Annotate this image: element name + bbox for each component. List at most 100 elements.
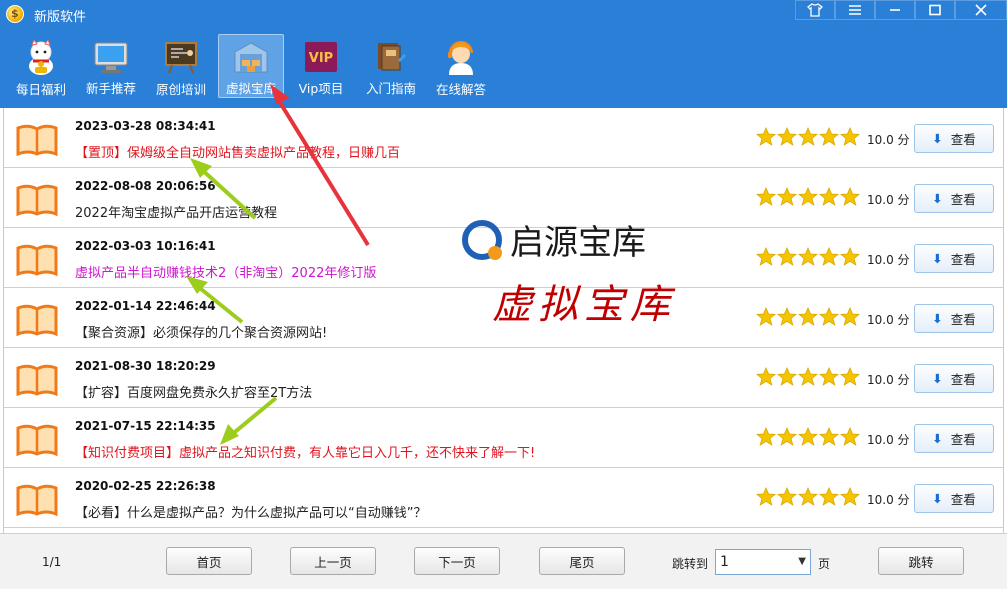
monitor-icon <box>92 39 130 74</box>
star-icon <box>840 427 860 446</box>
watermark-logo: 启源宝库 <box>462 215 646 264</box>
star-icon <box>819 127 839 146</box>
star-icon <box>777 307 797 326</box>
tool-virtual-vault[interactable]: 虚拟宝库 <box>218 34 284 98</box>
watermark-caption: 虚拟宝库 <box>492 282 676 328</box>
page-select[interactable]: 1 ▼ <box>715 549 811 575</box>
rating-stars <box>756 307 861 327</box>
star-icon <box>798 487 818 506</box>
star-icon <box>756 487 776 506</box>
item-title[interactable]: 【聚合资源】必须保存的几个聚合资源网站! <box>75 322 327 341</box>
star-icon <box>798 367 818 386</box>
item-score: 10.0 分 <box>867 253 910 267</box>
jump-button[interactable]: 跳转 <box>878 547 964 575</box>
star-icon <box>777 127 797 146</box>
down-arrow-icon: ⬇ <box>932 131 943 146</box>
tool-daily-welfare[interactable]: 每日福利 <box>8 34 74 98</box>
first-page-button[interactable]: 首页 <box>166 547 252 575</box>
books-icon <box>372 39 410 74</box>
star-icon <box>819 247 839 266</box>
star-icon <box>756 307 776 326</box>
star-icon <box>756 427 776 446</box>
list-item[interactable]: 2020-02-25 22:26:38 【必看】什么是虚拟产品？为什么虚拟产品可… <box>4 468 1003 528</box>
item-score: 10.0 分 <box>867 373 910 387</box>
down-arrow-icon: ⬇ <box>932 431 943 446</box>
star-icon <box>840 487 860 506</box>
item-date: 2022-03-03 10:16:41 <box>75 239 216 253</box>
down-arrow-icon: ⬇ <box>932 491 943 506</box>
page-suffix: 页 <box>818 557 831 571</box>
next-page-button[interactable]: 下一页 <box>414 547 500 575</box>
title-bar: $ 新版软件 <box>0 0 1007 28</box>
view-button[interactable]: ⬇ 查看 <box>914 184 994 213</box>
last-page-button[interactable]: 尾页 <box>539 547 625 575</box>
down-arrow-icon: ⬇ <box>932 371 943 386</box>
rating-stars <box>756 487 861 507</box>
close-icon[interactable] <box>955 0 1007 20</box>
lucky-cat-icon <box>22 39 60 75</box>
shirt-icon[interactable] <box>795 0 835 20</box>
maximize-icon[interactable] <box>915 0 955 20</box>
down-arrow-icon: ⬇ <box>932 311 943 326</box>
star-icon <box>756 127 776 146</box>
warehouse-icon <box>232 39 270 74</box>
tool-label: 每日福利 <box>15 82 66 97</box>
jump-label: 跳转到 <box>672 557 709 571</box>
star-icon <box>819 187 839 206</box>
view-button[interactable]: ⬇ 查看 <box>914 484 994 513</box>
page-info: 1/1 <box>42 555 62 569</box>
main-toolbar: 每日福利 新手推荐 原创培训 虚拟宝库 VIP Vip项目 入门指南 在线解答 <box>8 34 498 100</box>
tool-vip-project[interactable]: VIP Vip项目 <box>288 34 354 98</box>
view-button-label: 查看 <box>950 492 976 507</box>
list-item[interactable]: 2021-07-15 22:14:35 【知识付费项目】虚拟产品之知识付费，有人… <box>4 408 1003 468</box>
pagination-bar: 1/1 首页 上一页 下一页 尾页 跳转到 1 ▼ 页 跳转 <box>0 533 1007 589</box>
tool-getting-started[interactable]: 入门指南 <box>358 34 424 98</box>
window-title: 新版软件 <box>34 10 87 25</box>
view-button[interactable]: ⬇ 查看 <box>914 124 994 153</box>
watermark-brand: 启源宝库 <box>510 223 646 263</box>
view-button-label: 查看 <box>950 372 976 387</box>
star-icon <box>798 307 818 326</box>
view-button-label: 查看 <box>950 252 976 267</box>
star-icon <box>798 187 818 206</box>
tool-beginner-recommend[interactable]: 新手推荐 <box>78 34 144 98</box>
vip-icon: VIP <box>302 39 340 74</box>
vip-badge-text: VIP <box>309 51 333 66</box>
star-icon <box>777 247 797 266</box>
star-icon <box>798 427 818 446</box>
item-title[interactable]: 【置顶】保姆级全自动网站售卖虚拟产品教程，日赚几百 <box>75 142 400 161</box>
rating-stars <box>756 187 861 207</box>
item-date: 2022-08-08 20:06:56 <box>75 179 216 193</box>
chevron-down-icon[interactable]: ▼ <box>798 550 806 574</box>
star-icon <box>756 247 776 266</box>
star-icon <box>819 487 839 506</box>
star-icon <box>777 427 797 446</box>
view-button-label: 查看 <box>950 132 976 147</box>
brand-q-icon <box>462 219 502 260</box>
item-date: 2022-01-14 22:46:44 <box>75 299 216 313</box>
tool-original-training[interactable]: 原创培训 <box>148 34 214 98</box>
view-button[interactable]: ⬇ 查看 <box>914 244 994 273</box>
menu-icon[interactable] <box>835 0 875 20</box>
item-title[interactable]: 【知识付费项目】虚拟产品之知识付费，有人靠它日入几千，还不快来了解一下! <box>75 442 535 461</box>
list-item[interactable]: 2023-03-28 08:34:41 【置顶】保姆级全自动网站售卖虚拟产品教程… <box>4 108 1003 168</box>
list-item[interactable]: 2021-08-30 18:20:29 【扩容】百度网盘免费永久扩容至2T方法 … <box>4 348 1003 408</box>
star-icon <box>840 307 860 326</box>
star-icon <box>777 367 797 386</box>
minimize-icon[interactable] <box>875 0 915 20</box>
tool-label: 在线解答 <box>435 82 486 97</box>
view-button[interactable]: ⬇ 查看 <box>914 304 994 333</box>
item-title[interactable]: 虚拟产品半自动赚钱技术2（非淘宝）2022年修订版 <box>75 262 376 281</box>
item-score: 10.0 分 <box>867 193 910 207</box>
star-icon <box>840 367 860 386</box>
star-icon <box>777 487 797 506</box>
prev-page-button[interactable]: 上一页 <box>290 547 376 575</box>
view-button[interactable]: ⬇ 查看 <box>914 364 994 393</box>
item-title[interactable]: 【扩容】百度网盘免费永久扩容至2T方法 <box>75 382 312 401</box>
item-title[interactable]: 2022年淘宝虚拟产品开店运营教程 <box>75 202 277 221</box>
item-title[interactable]: 【必看】什么是虚拟产品？为什么虚拟产品可以“自动赚钱”？ <box>75 502 426 521</box>
tool-online-answers[interactable]: 在线解答 <box>428 34 494 98</box>
book-icon <box>16 362 58 399</box>
view-button[interactable]: ⬇ 查看 <box>914 424 994 453</box>
view-button-label: 查看 <box>950 192 976 207</box>
